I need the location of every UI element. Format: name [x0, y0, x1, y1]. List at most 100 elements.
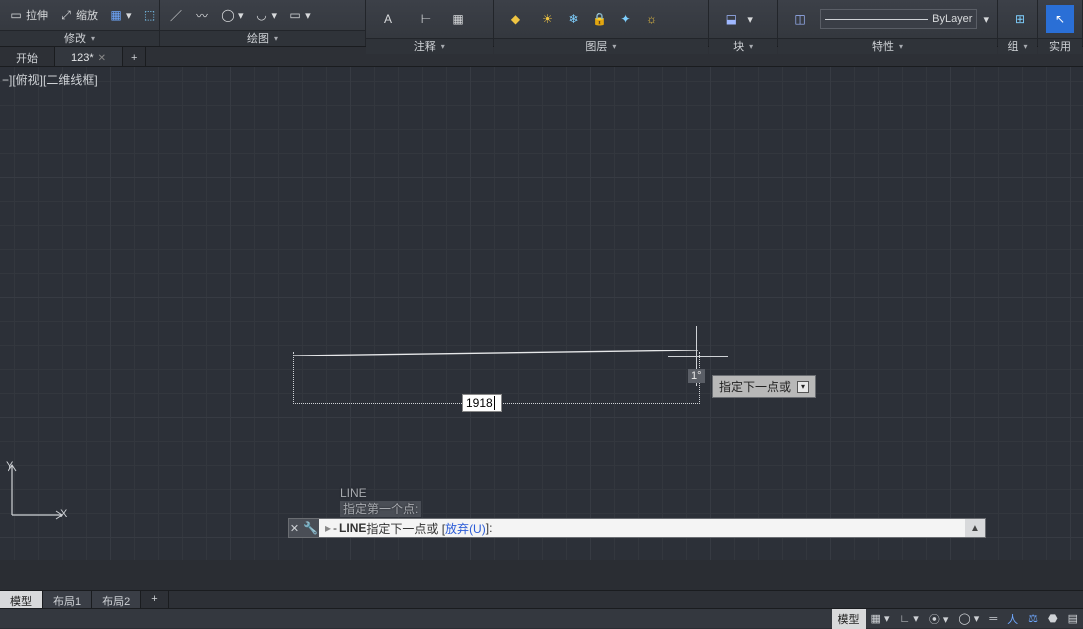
scale-icon: ⤢: [58, 7, 74, 23]
file-tab-add[interactable]: +: [123, 47, 146, 66]
layer-sun-icon: ☀: [540, 11, 556, 27]
layer-props-icon: ◆: [502, 5, 530, 33]
panel-title-modify[interactable]: 修改: [0, 30, 159, 46]
panel-title-draw[interactable]: 绘图: [160, 30, 365, 46]
match-props-icon: ◫: [786, 5, 814, 33]
modify-misc-icon: ⬚: [142, 7, 158, 23]
rect-tool-button[interactable]: ▭▾: [283, 4, 315, 26]
status-grid-icon[interactable]: ▦ ▾: [866, 610, 895, 627]
dynamic-hint-text: 指定下一点或: [719, 378, 791, 395]
distance-input[interactable]: 1918: [462, 394, 502, 412]
close-icon[interactable]: ✕: [98, 53, 106, 64]
status-config-icon[interactable]: ▤: [1063, 610, 1083, 627]
angle-display: 1°: [688, 369, 705, 383]
table-tool-icon: ▦: [450, 11, 466, 27]
layer-state-4[interactable]: ✦: [614, 8, 638, 30]
group-icon: ⊞: [1006, 5, 1034, 33]
panel-title-utilities[interactable]: 实用: [1038, 38, 1082, 54]
stretch-button[interactable]: ▭ 拉伸: [4, 4, 52, 26]
file-tab-start[interactable]: 开始: [0, 47, 55, 66]
status-lwt-icon[interactable]: ═: [984, 611, 1002, 627]
utility-button[interactable]: ↖: [1042, 2, 1078, 36]
command-bar[interactable]: ✕ 🔧 ▸ - LINE 指定下一点或 [ 放弃(U) ]: ▲: [288, 518, 986, 538]
file-tab-add-label: +: [131, 52, 137, 64]
file-tab-doc[interactable]: 123* ✕: [55, 47, 123, 66]
cmd-close-icon[interactable]: ✕: [290, 522, 299, 535]
layer-state-5[interactable]: ☼: [640, 8, 664, 30]
status-model-chip[interactable]: 模型: [832, 609, 866, 629]
layout-tabs: 模型 布局1 布局2 +: [0, 590, 1083, 608]
linetype-preview: [825, 19, 928, 20]
status-snap-icon[interactable]: ∟ ▾: [894, 610, 923, 627]
match-props-button[interactable]: ◫: [782, 2, 818, 36]
layout-tab-model[interactable]: 模型: [0, 591, 43, 608]
cmd-text2: ]:: [486, 521, 493, 535]
dim-tool-button[interactable]: ⊢: [408, 2, 444, 36]
utility-icon: ↖: [1046, 5, 1074, 33]
layer-props-button[interactable]: ◆: [498, 2, 534, 36]
cmd-caret-icon: ▸: [325, 521, 331, 535]
array-button[interactable]: ▦▾: [104, 4, 136, 26]
table-tool-button[interactable]: ▦: [446, 8, 470, 30]
text-tool-button[interactable]: A: [370, 2, 406, 36]
status-iso-icon[interactable]: ⬣: [1043, 610, 1063, 627]
stretch-icon: ▭: [8, 7, 24, 23]
status-scale-icon[interactable]: ⚖: [1023, 610, 1043, 627]
ribbon-panel-draw: ／ 〰 ◯▾ ◡▾ ▭▾ 绘图: [160, 0, 366, 46]
status-anno-icon[interactable]: 人: [1002, 609, 1023, 629]
layer-iso-icon: ☼: [644, 11, 660, 27]
layer-state-1[interactable]: ☀: [536, 8, 560, 30]
cmd-hist-line1: LINE: [340, 485, 421, 501]
cmd-hist-line2: 指定第一个点:: [340, 501, 421, 517]
status-polar-icon[interactable]: ◯ ▾: [953, 610, 984, 627]
linetype-selector[interactable]: ByLayer: [820, 9, 977, 29]
status-osnap-icon[interactable]: ⦿ ▾: [924, 609, 954, 629]
panel-title-blocks[interactable]: 块: [709, 38, 777, 54]
axis-x-label: X: [60, 508, 67, 520]
ribbon-panel-annotate: A ⊢ ▦ 注释: [366, 0, 494, 46]
line-tool-button[interactable]: ／: [164, 4, 188, 26]
insert-block-button[interactable]: ⬓▾: [713, 2, 757, 36]
layout-tab-2[interactable]: 布局2: [92, 591, 141, 608]
cmd-current: LINE: [339, 521, 366, 535]
ribbon-panel-blocks: ⬓▾ 块: [709, 0, 778, 46]
file-tab-doc-label: 123*: [71, 52, 94, 64]
circle-tool-button[interactable]: ◯▾: [216, 4, 248, 26]
command-bar-handle[interactable]: ✕ 🔧: [289, 519, 319, 537]
layer-state-3[interactable]: 🔒: [588, 8, 612, 30]
angle-value: 1°: [691, 370, 702, 382]
layout2-label: 布局2: [102, 596, 130, 608]
ribbon-panel-layers: ◆ ☀ ❄ 🔒 ✦ ☼ 图层: [494, 0, 710, 46]
scale-button[interactable]: ⤢ 缩放: [54, 4, 102, 26]
arc-tool-button[interactable]: ◡▾: [250, 4, 282, 26]
polyline-tool-button[interactable]: 〰: [190, 4, 214, 26]
polyline-tool-icon: 〰: [194, 7, 210, 23]
viewport-label[interactable]: −][俯视][二维线框]: [2, 71, 98, 88]
line-tool-icon: ／: [168, 7, 184, 23]
options-key-icon[interactable]: ▾: [797, 381, 809, 393]
command-prompt[interactable]: ▸ - LINE 指定下一点或 [ 放弃(U) ]:: [319, 519, 965, 537]
panel-title-properties[interactable]: 特性: [778, 38, 997, 54]
panel-title-layers[interactable]: 图层: [494, 38, 709, 54]
crosshair-horizontal: [668, 356, 728, 357]
text-tool-icon: A: [374, 5, 402, 33]
cmd-history-toggle[interactable]: ▲: [965, 519, 985, 537]
ribbon-panel-groups: ⊞ 组: [998, 0, 1038, 46]
linetype-dropdown[interactable]: ▾: [979, 10, 993, 29]
modify-misc-button[interactable]: ⬚: [138, 4, 162, 26]
ribbon-panel-utilities: ↖ 实用: [1038, 0, 1083, 46]
axis-y-label: Y: [6, 460, 13, 472]
file-tab-start-label: 开始: [16, 50, 38, 66]
cmd-config-icon[interactable]: 🔧: [303, 521, 318, 535]
status-model-label: 模型: [838, 614, 860, 626]
panel-title-annotate[interactable]: 注释: [366, 38, 493, 54]
drawing-canvas[interactable]: −][俯视][二维线框] 1918 1° 指定下一点或 ▾ Y X LINE 指…: [0, 67, 1083, 560]
layer-state-2[interactable]: ❄: [562, 8, 586, 30]
array-icon: ▦: [108, 7, 124, 23]
scale-label: 缩放: [76, 7, 98, 23]
layout-tab-1[interactable]: 布局1: [43, 591, 92, 608]
layout-tab-add[interactable]: +: [141, 591, 168, 608]
group-button[interactable]: ⊞: [1002, 2, 1038, 36]
panel-title-groups[interactable]: 组: [998, 38, 1037, 54]
cmd-undo-option[interactable]: 放弃(U): [445, 520, 486, 537]
